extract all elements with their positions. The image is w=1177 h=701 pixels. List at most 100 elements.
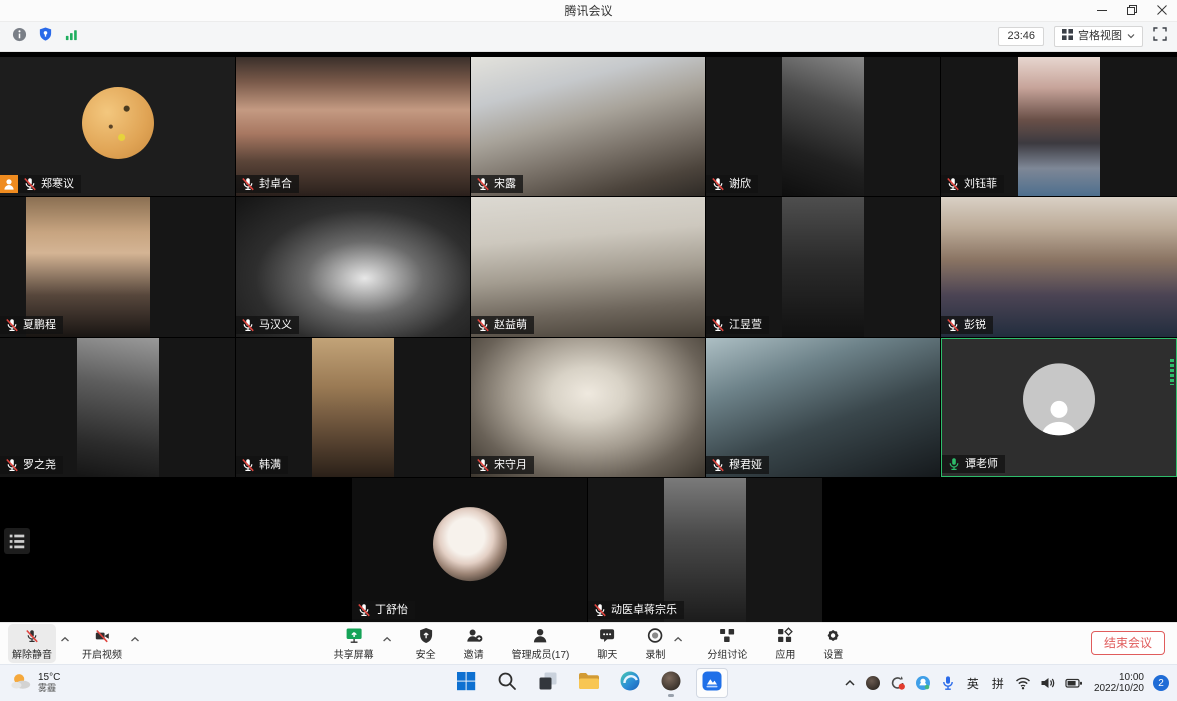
photo-app-taskbar-button[interactable] <box>655 668 687 698</box>
apps-button[interactable]: 应用 <box>771 624 799 663</box>
toolbar-center-group: 共享屏幕安全邀请管理成员(17) 聊天录制 分组讨论应用设置 <box>330 624 848 663</box>
view-mode-dropdown[interactable]: 宫格视图 <box>1054 26 1143 47</box>
participant-tile[interactable]: 韩满 <box>236 338 470 477</box>
participant-tile[interactable]: 谢欣 <box>706 57 940 196</box>
screen-record-icon[interactable] <box>890 675 906 691</box>
toolbar-item-label: 录制 <box>645 646 665 661</box>
mic-muted-icon <box>18 175 37 193</box>
task-view-taskbar-button[interactable] <box>532 668 564 698</box>
chevron-up-icon[interactable] <box>844 678 856 688</box>
participant-tile[interactable]: 动医卓蒋宗乐 <box>588 478 822 622</box>
fullscreen-button[interactable] <box>1153 27 1167 46</box>
share-screen-more-button[interactable] <box>382 630 392 648</box>
participant-name-label: 郑寒议 <box>0 175 81 193</box>
microphone-icon[interactable] <box>940 675 956 691</box>
invite-button[interactable]: 邀请 <box>460 624 488 663</box>
start-video-button[interactable]: 开启视频 <box>78 624 126 663</box>
file-explorer-taskbar-button[interactable] <box>573 668 605 698</box>
participant-name-label: 动医卓蒋宗乐 <box>588 601 684 619</box>
edge-taskbar-button[interactable] <box>614 668 646 698</box>
search-taskbar-button[interactable] <box>491 668 523 698</box>
participant-tile[interactable]: 罗之尧 <box>0 338 235 477</box>
participant-name-label: 丁舒怡 <box>352 601 415 619</box>
mic-muted-icon <box>0 456 19 474</box>
person-add-icon <box>465 626 483 645</box>
participant-tile[interactable]: 马汉义 <box>236 197 470 337</box>
participant-tile[interactable]: 穆君娅 <box>706 338 940 477</box>
breakout-icon <box>718 626 736 645</box>
participant-tile[interactable]: 宋露 <box>471 57 705 196</box>
audio-level-indicator <box>1170 359 1174 385</box>
participant-name: 动医卓蒋宗乐 <box>607 601 684 619</box>
grid-view-icon <box>1062 29 1073 44</box>
share-screen-button[interactable]: 共享屏幕 <box>330 624 378 663</box>
participant-tile[interactable]: 宋守月 <box>471 338 705 477</box>
participant-name-label: 韩满 <box>236 456 288 474</box>
participant-name: 丁舒怡 <box>371 601 415 619</box>
participant-tile[interactable]: 夏鹏程 <box>0 197 235 337</box>
participant-name-label: 马汉义 <box>236 316 299 334</box>
chevron-down-icon <box>1127 30 1135 43</box>
participant-tile[interactable]: 丁舒怡 <box>352 478 587 622</box>
participant-tile[interactable]: 赵益萌 <box>471 197 705 337</box>
mic-muted-icon <box>352 601 371 619</box>
security-button[interactable]: 安全 <box>412 624 440 663</box>
participant-name-label: 赵益萌 <box>471 316 534 334</box>
participant-name-label: 彭锐 <box>941 316 993 334</box>
start-icon <box>454 669 478 698</box>
participant-tile[interactable]: 郑寒议 <box>0 57 235 196</box>
unmute-button[interactable]: 解除静音 <box>8 624 56 663</box>
participant-tile[interactable]: 江昱萱 <box>706 197 940 337</box>
participant-name: 宋守月 <box>490 456 534 474</box>
start-taskbar-button[interactable] <box>450 668 482 698</box>
meeting-topbar: 23:46 宫格视图 <box>0 22 1177 52</box>
meeting-toolbar: 解除静音开启视频 共享屏幕安全邀请管理成员(17) 聊天录制 分组讨论应用设置 结束… <box>0 622 1177 664</box>
user-photo-icon[interactable] <box>865 675 881 691</box>
participant-video <box>782 57 864 196</box>
close-button[interactable] <box>1147 0 1177 22</box>
participant-tile[interactable]: 刘钰菲 <box>941 57 1177 196</box>
member-list-toggle[interactable] <box>4 528 30 554</box>
tencent-meeting-taskbar-button[interactable] <box>696 668 728 698</box>
volume-icon[interactable] <box>1040 676 1056 690</box>
avatar <box>82 87 154 159</box>
participant-tile[interactable]: 彭锐 <box>941 197 1177 337</box>
taskbar-weather-widget[interactable]: 15°C 雾霾 <box>0 671 60 696</box>
mic-muted-icon <box>471 175 490 193</box>
search-icon <box>495 669 519 698</box>
meeting-info-icon[interactable] <box>12 27 27 47</box>
qq-icon[interactable] <box>915 675 931 691</box>
participant-tile[interactable]: 谭老师 <box>941 338 1177 477</box>
weather-condition: 雾霾 <box>38 683 60 694</box>
restore-button[interactable] <box>1117 0 1147 22</box>
breakout-button[interactable]: 分组讨论 <box>703 624 751 663</box>
participant-video <box>782 197 864 337</box>
mic-muted-icon <box>706 316 725 334</box>
record-more-button[interactable] <box>673 630 683 648</box>
video-grid: 正在讲话: 谭老师; 郑寒议 封卓合 宋露 谢欣 刘钰菲 夏鹏程 马汉义 赵益萌… <box>0 52 1177 622</box>
members-button[interactable]: 管理成员(17) <box>508 624 574 663</box>
taskbar-clock[interactable]: 10:002022/10/20 <box>1094 672 1144 694</box>
running-indicator <box>668 694 674 697</box>
participant-name-label: 封卓合 <box>236 175 299 193</box>
wifi-icon[interactable] <box>1015 676 1031 690</box>
host-badge-icon <box>0 175 18 193</box>
security-shield-icon[interactable] <box>38 26 53 47</box>
notification-badge[interactable]: 2 <box>1153 675 1169 691</box>
unmute-more-button[interactable] <box>60 630 70 648</box>
participant-name: 韩满 <box>255 456 288 474</box>
ime-language-toggle[interactable]: 英 <box>965 675 981 692</box>
record-button[interactable]: 录制 <box>641 624 669 663</box>
battery-icon[interactable] <box>1065 676 1083 690</box>
chat-button[interactable]: 聊天 <box>593 624 621 663</box>
ime-mode-toggle[interactable]: 拼 <box>990 675 1006 692</box>
mic-muted-icon <box>471 316 490 334</box>
participant-tile[interactable]: 封卓合 <box>236 57 470 196</box>
end-meeting-button[interactable]: 结束会议 <box>1091 631 1165 655</box>
start-video-more-button[interactable] <box>130 630 140 648</box>
clock-time: 10:00 <box>1119 672 1144 683</box>
participant-name-label: 夏鹏程 <box>0 316 63 334</box>
minimize-button[interactable] <box>1087 0 1117 22</box>
settings-button[interactable]: 设置 <box>819 624 847 663</box>
network-signal-icon[interactable] <box>64 27 79 47</box>
